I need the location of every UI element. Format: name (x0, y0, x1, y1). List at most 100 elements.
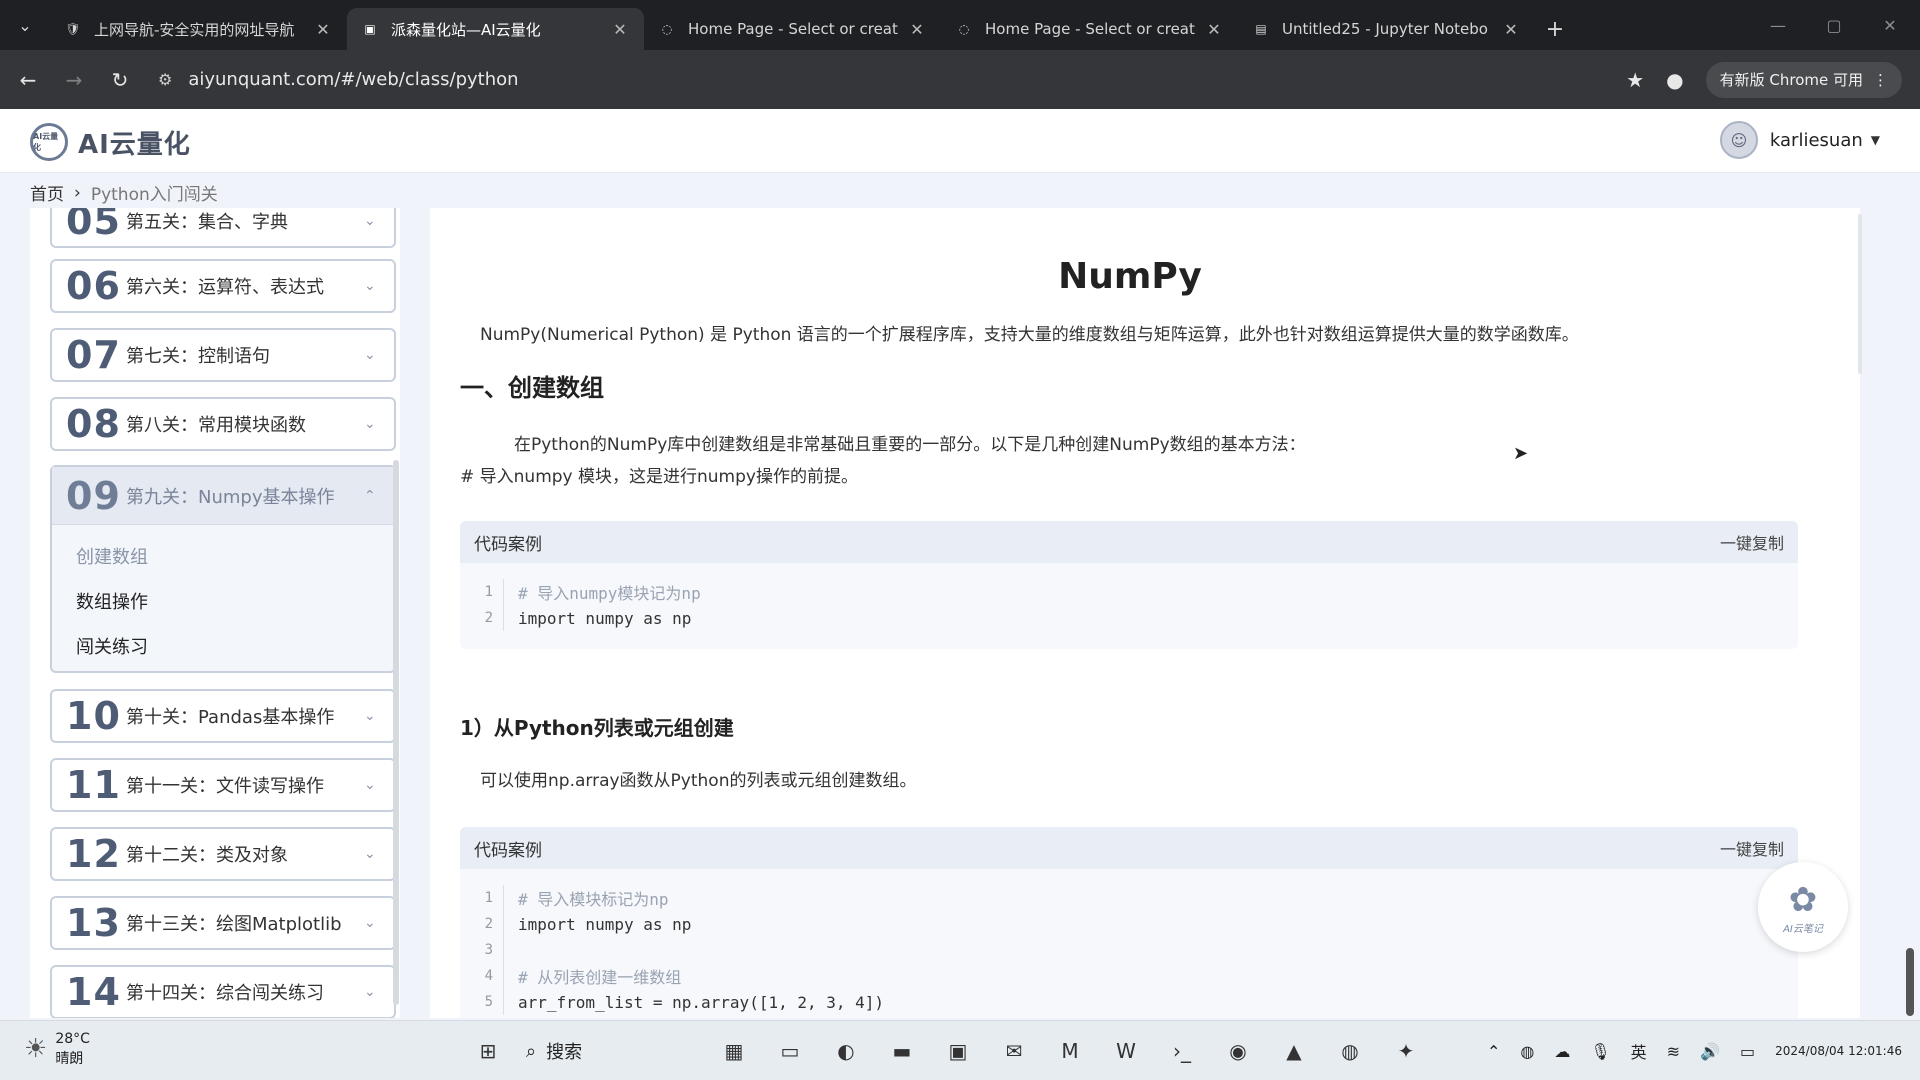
new-tab-plus-icon[interactable]: + (1535, 8, 1575, 50)
word-icon[interactable]: W (1108, 1033, 1144, 1069)
lesson-name: 第九关：Numpy基本操作 (126, 486, 335, 508)
lesson-item[interactable]: 11 第十一关：文件读写操作 ⌄ (50, 758, 396, 812)
close-tab-icon[interactable]: ✕ (1204, 20, 1224, 39)
lesson-item[interactable]: 06 第六关：运算符、表达式 ⌄ (50, 259, 396, 313)
lesson-name: 第十一关：文件读写操作 (126, 776, 324, 797)
content-scrollbar[interactable] (1858, 214, 1862, 374)
browser-tab[interactable]: ◌ Home Page - Select or creat ✕ (644, 8, 941, 50)
lesson-item[interactable]: 14 第十四关：综合闯关练习 ⌄ (50, 965, 396, 1018)
site-logo[interactable]: AI云量化 AI云量化 (30, 123, 191, 161)
date-time: 2024/08/04 12:01:46 (1775, 1044, 1902, 1058)
weather-widget[interactable]: ☀ 28°C 晴朗 (24, 1029, 90, 1069)
tab-title: Home Page - Select or creat (688, 20, 898, 38)
maximize-icon[interactable]: ▢ (1806, 0, 1862, 50)
bookmark-star-icon[interactable]: ★ (1626, 68, 1644, 92)
copy-button[interactable]: 一键复制 (1720, 530, 1784, 554)
lesson-name: 第五关：集合、字典 (126, 212, 288, 233)
mi-icon[interactable]: Ⅿ (1052, 1033, 1088, 1069)
lesson-name: 第六关：运算符、表达式 (126, 277, 324, 298)
lesson-item[interactable]: 12 第十二关：类及对象 ⌄ (50, 827, 396, 881)
widgets-icon[interactable]: ▦ (716, 1033, 752, 1069)
site-info-icon[interactable]: ⚙ (158, 70, 172, 89)
code-line: 1 # 导入模块标记为np (460, 885, 1798, 911)
breadcrumb-home[interactable]: 首页 (30, 180, 64, 205)
browser-tab[interactable]: 🛡 上网导航-安全实用的网址导航 ✕ (50, 8, 347, 50)
app-icon[interactable]: ✦ (1388, 1033, 1424, 1069)
wechat-icon[interactable]: ◍ (1332, 1033, 1368, 1069)
close-tab-icon[interactable]: ✕ (1501, 20, 1521, 39)
lesson-item[interactable]: 05 第五关：集合、字典 ⌄ (50, 208, 396, 248)
subsection-paragraph: 可以使用np.array函数从Python的列表或元组创建数组。 (480, 771, 917, 791)
ai-knot-icon: ✿ (1788, 879, 1818, 920)
page-scrollbar[interactable] (1906, 948, 1914, 1016)
ai-notes-badge[interactable]: ✿ AI云笔记 (1758, 862, 1848, 952)
lesson-header[interactable]: 09 第九关：Numpy基本操作 ⌃ (52, 467, 394, 525)
chevron-down-icon: ⌄ (364, 708, 376, 724)
ime-indicator[interactable]: 英 (1631, 1039, 1647, 1063)
store-icon[interactable]: ▣ (940, 1033, 976, 1069)
folder-icon[interactable]: ▬ (884, 1033, 920, 1069)
chevron-up-icon[interactable]: ⌃ (1487, 1042, 1500, 1061)
clock[interactable]: 2024/08/04 12:01:46 (1775, 1043, 1902, 1059)
battery-icon[interactable]: ▭ (1740, 1042, 1755, 1061)
mouse-cursor-icon: ➤ (1513, 443, 1529, 464)
minimize-icon[interactable]: — (1750, 0, 1806, 50)
profile-icon[interactable]: ● (1666, 68, 1683, 92)
url-field[interactable]: ⚙ aiyunquant.com/#/web/class/python (158, 60, 519, 100)
lesson-number: 06 (66, 264, 121, 308)
badge-label: AI云笔记 (1783, 923, 1823, 935)
taskbar: ☀ 28°C 晴朗 ⊞ ⌕ 搜索 ▦ ▭ ◐ ▬ ▣ ✉ Ⅿ W ›_ ◉ ▲ … (0, 1020, 1920, 1080)
browser-tab[interactable]: ▤ Untitled25 - Jupyter Notebo ✕ (1238, 8, 1535, 50)
mail-icon[interactable]: ✉ (996, 1033, 1032, 1069)
lesson-item[interactable]: 07 第七关：控制语句 ⌄ (50, 328, 396, 382)
file-icon[interactable]: ▭ (772, 1033, 808, 1069)
edge-browser-icon[interactable]: ◐ (828, 1033, 864, 1069)
tab-title: Home Page - Select or creat (985, 20, 1195, 38)
site-header: AI云量化 AI云量化 ☺ karliesuan ▼ (0, 109, 1920, 173)
close-tab-icon[interactable]: ✕ (313, 20, 333, 39)
taskbar-search[interactable]: ⌕ 搜索 (526, 1038, 696, 1064)
browser-tab-active[interactable]: ▣ 派森量化站—AI云量化 ✕ (347, 8, 644, 50)
start-windows-icon[interactable]: ⊞ (470, 1033, 506, 1069)
close-tab-icon[interactable]: ✕ (610, 20, 630, 39)
chrome-icon[interactable]: ◉ (1220, 1033, 1256, 1069)
tab-search-chevron-icon[interactable]: ⌄ (0, 0, 50, 50)
lesson-number: 08 (66, 402, 121, 446)
page-title: NumPy (1058, 256, 1202, 297)
code-line: 2 import numpy as np (460, 911, 1798, 937)
browser-tab[interactable]: ◌ Home Page - Select or creat ✕ (941, 8, 1238, 50)
subitem-create-array[interactable]: 创建数组 (52, 533, 394, 578)
section-note: # 导入numpy 模块，这是进行numpy操作的前提。 (460, 467, 858, 487)
window-close-icon[interactable]: ✕ (1862, 0, 1918, 50)
reload-icon[interactable]: ↻ (102, 62, 138, 98)
photos-icon[interactable]: ▲ (1276, 1033, 1312, 1069)
breadcrumb: 首页 › Python入门闯关 (30, 180, 218, 206)
chevron-down-icon: ⌄ (364, 213, 376, 229)
wechat-tray-icon[interactable]: ◍ (1520, 1042, 1534, 1061)
subitem-practice[interactable]: 闯关练习 (52, 623, 394, 668)
back-arrow-icon[interactable]: ← (10, 62, 46, 98)
close-tab-icon[interactable]: ✕ (907, 20, 927, 39)
chevron-down-icon: ⌄ (364, 278, 376, 294)
lesson-item[interactable]: 10 第十关：Pandas基本操作 ⌄ (50, 689, 396, 743)
lesson-number: 14 (66, 970, 121, 1014)
forward-arrow-icon[interactable]: → (56, 62, 92, 98)
volume-icon[interactable]: 🔊 (1700, 1042, 1720, 1061)
subitem-array-ops[interactable]: 数组操作 (52, 578, 394, 623)
lesson-item[interactable]: 08 第八关：常用模块函数 ⌄ (50, 397, 396, 451)
user-menu[interactable]: ☺ karliesuan ▼ (1719, 121, 1880, 159)
lesson-number: 10 (66, 694, 121, 738)
chrome-update-button[interactable]: 有新版 Chrome 可用 ⋮ (1705, 61, 1902, 98)
cloud-icon[interactable]: ☁ (1554, 1042, 1570, 1061)
sidebar-scrollbar[interactable] (393, 460, 399, 1005)
lesson-item[interactable]: 13 第十三关：绘图Matplotlib ⌄ (50, 896, 396, 950)
microphone-icon[interactable]: 🎙 (1590, 1042, 1610, 1061)
browser-tab-bar: ⌄ 🛡 上网导航-安全实用的网址导航 ✕ ▣ 派森量化站—AI云量化 ✕ ◌ H… (0, 0, 1920, 50)
tab-title: Untitled25 - Jupyter Notebo (1282, 20, 1488, 38)
wifi-icon[interactable]: ≋ (1667, 1042, 1680, 1061)
logo-text: AI云量化 (78, 129, 191, 160)
terminal-icon[interactable]: ›_ (1164, 1033, 1200, 1069)
copy-button[interactable]: 一键复制 (1720, 836, 1784, 860)
lesson-item-expanded: 09 第九关：Numpy基本操作 ⌃ 创建数组 数组操作 闯关练习 (50, 465, 396, 673)
notebook-favicon-icon: ▤ (1255, 22, 1267, 36)
